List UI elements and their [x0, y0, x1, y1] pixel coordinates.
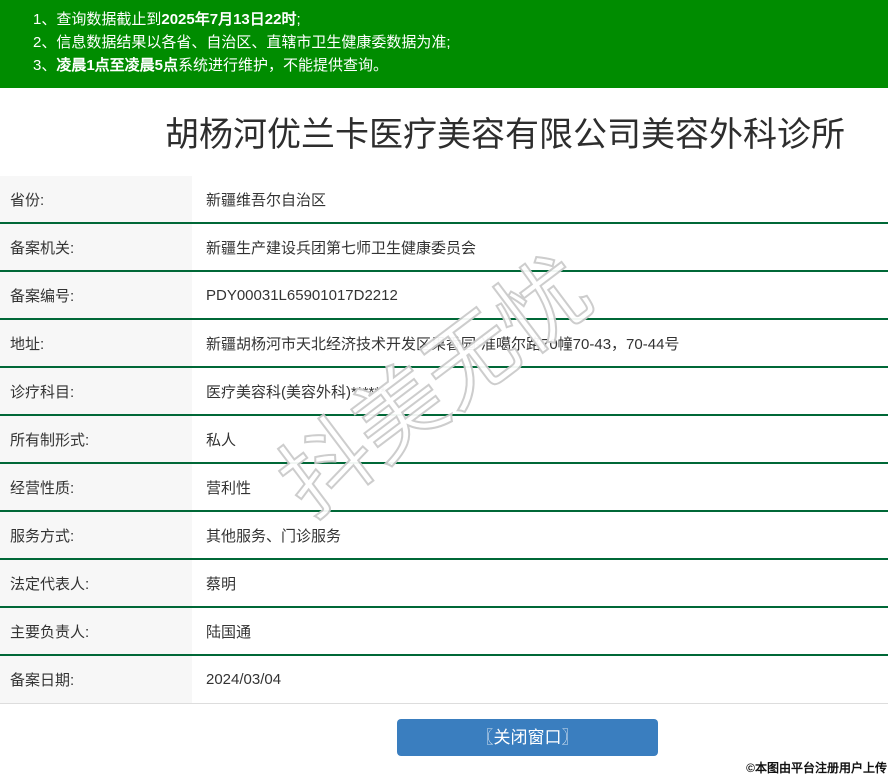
notice-text-bold: 2025年7月13日22时 [161, 11, 297, 28]
row-label: 服务方式: [0, 512, 192, 558]
table-row-ownership-type: 所有制形式: 私人 [0, 416, 888, 464]
table-row-legal-representative: 法定代表人: 蔡明 [0, 560, 888, 608]
notice-bar: 1、查询数据截止到2025年7月13日22时; 2、信息数据结果以各省、自治区、… [0, 0, 888, 88]
close-window-button[interactable]: 〖关闭窗口〗 [397, 719, 658, 756]
table-row-business-nature: 经营性质: 营利性 [0, 464, 888, 512]
attribution-text: ©本图由平台注册用户上传 [746, 761, 887, 775]
row-value: 新疆维吾尔自治区 [206, 191, 327, 209]
row-label: 备案编号: [0, 272, 192, 318]
row-value: PDY00031L65901017D2212 [206, 286, 398, 304]
row-value: 医疗美容科(美容外科)****** [206, 383, 387, 401]
row-value: 陆国通 [206, 623, 252, 641]
table-row-filing-authority: 备案机关: 新疆生产建设兵团第七师卫生健康委员会 [0, 224, 888, 272]
row-value: 其他服务、门诊服务 [206, 527, 342, 545]
notice-line-2: 2、信息数据结果以各省、自治区、直辖市卫生健康委数据为准; [33, 31, 878, 54]
table-row-filing-date: 备案日期: 2024/03/04 [0, 656, 888, 704]
info-table: 省份: 新疆维吾尔自治区 备案机关: 新疆生产建设兵团第七师卫生健康委员会 备案… [0, 176, 888, 704]
row-label: 备案日期: [0, 656, 192, 703]
row-label: 经营性质: [0, 464, 192, 510]
notice-text: 系统进行维护，不能提供查询。 [178, 57, 389, 74]
row-label: 备案机关: [0, 224, 192, 270]
row-label: 所有制形式: [0, 416, 192, 462]
row-label: 地址: [0, 320, 192, 366]
row-value: 新疆生产建设兵团第七师卫生健康委员会 [206, 239, 477, 257]
row-label: 省份: [0, 176, 192, 222]
notice-number: 3、 [33, 57, 57, 74]
notice-number: 1、 [33, 11, 57, 28]
row-label: 诊疗科目: [0, 368, 192, 414]
notice-text: ; [296, 11, 301, 28]
table-row-principal: 主要负责人: 陆国通 [0, 608, 888, 656]
notice-line-3: 3、凌晨1点至凌晨5点系统进行维护，不能提供查询。 [33, 54, 878, 77]
table-row-address: 地址: 新疆胡杨河市天北经济技术开发区果香园-准噶尔路70幢70-43，70-4… [0, 320, 888, 368]
notice-text-bold: 凌晨1点至凌晨5点 [56, 57, 179, 74]
row-value: 私人 [206, 431, 237, 449]
page-title: 胡杨河优兰卡医疗美容有限公司美容外科诊所 [165, 116, 845, 154]
notice-line-1: 1、查询数据截止到2025年7月13日22时; [33, 8, 878, 31]
table-row-service-mode: 服务方式: 其他服务、门诊服务 [0, 512, 888, 560]
row-value: 蔡明 [206, 575, 237, 593]
notice-text: 信息数据结果以各省、自治区、直辖市卫生健康委数据为准; [56, 34, 451, 51]
row-value: 新疆胡杨河市天北经济技术开发区果香园-准噶尔路70幢70-43，70-44号 [206, 335, 680, 353]
table-row-filing-number: 备案编号: PDY00031L65901017D2212 [0, 272, 888, 320]
notice-number: 2、 [33, 34, 57, 51]
row-value: 2024/03/04 [206, 671, 282, 688]
row-value: 营利性 [206, 479, 252, 497]
notice-text: 查询数据截止到 [56, 11, 162, 28]
row-label: 法定代表人: [0, 560, 192, 606]
row-label: 主要负责人: [0, 608, 192, 654]
table-row-province: 省份: 新疆维吾尔自治区 [0, 176, 888, 224]
table-row-clinical-departments: 诊疗科目: 医疗美容科(美容外科)****** [0, 368, 888, 416]
